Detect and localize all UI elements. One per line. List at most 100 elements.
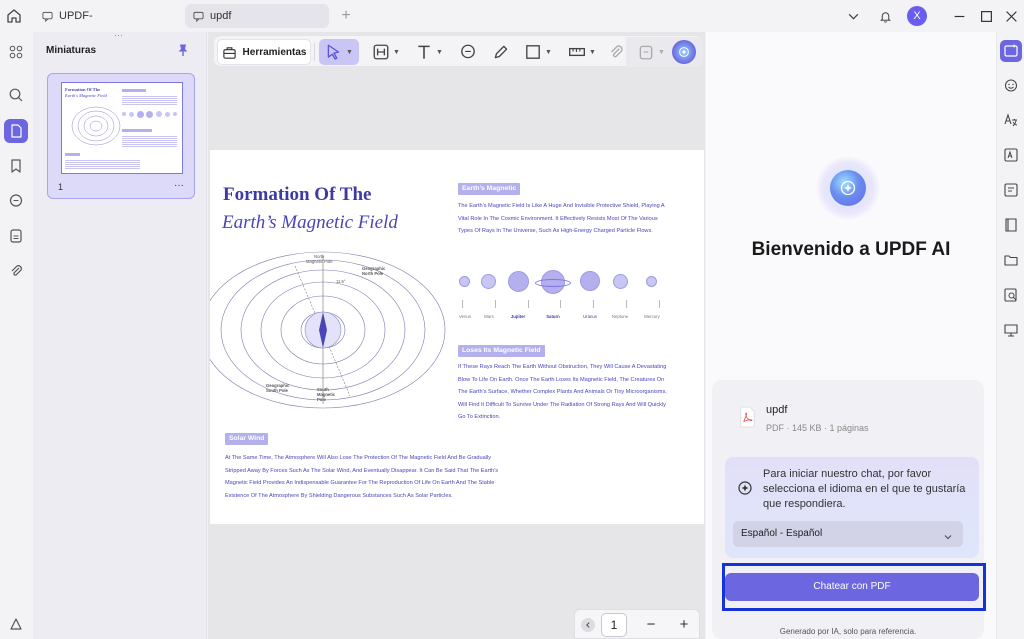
ai-assistant-button[interactable] <box>672 40 696 64</box>
comment-icon <box>42 11 53 22</box>
attach-tool-button[interactable] <box>606 39 626 65</box>
planet-jupiter <box>508 271 529 292</box>
drag-handle[interactable]: ··· <box>114 31 130 40</box>
language-prompt-box: Para iniciar nuestro chat, por favor sel… <box>725 457 979 558</box>
page-number-input[interactable]: 1 <box>601 613 627 637</box>
avatar[interactable]: X <box>907 6 927 26</box>
chevron-down-icon <box>943 529 953 540</box>
presentation-icon[interactable] <box>1000 319 1022 341</box>
thumb-diagram <box>71 106 121 146</box>
previous-page-button[interactable] <box>581 618 595 632</box>
minimize-icon[interactable] <box>946 4 972 28</box>
section-text-solar-wind: At The Same Time, The Atmosphere Will Al… <box>225 455 499 499</box>
panel-title: Miniaturas <box>46 45 97 56</box>
home-icon[interactable] <box>5 7 23 25</box>
new-tab-button[interactable]: + <box>338 6 354 26</box>
zoom-out-button[interactable]: − <box>643 615 659 635</box>
chat-with-pdf-button[interactable]: Chatear con PDF <box>725 573 979 601</box>
text-tool-button[interactable]: ▼ <box>412 39 446 65</box>
attachment-icon[interactable] <box>4 259 28 283</box>
south-geographic-label: Geographic South Pole <box>266 383 290 393</box>
pdf-file-icon <box>734 402 760 432</box>
south-magnetic-label: South Magnetic Pole <box>317 387 336 402</box>
planet-neptune <box>613 274 628 289</box>
thumbnails-panel: ··· Miniaturas Formation Of The Earth's … <box>33 31 207 639</box>
emoji-icon[interactable] <box>1000 74 1022 96</box>
translate-icon[interactable] <box>1000 109 1022 131</box>
pdf-page[interactable]: Formation Of The Earth’s Magnetic Field … <box>210 150 704 524</box>
saturn-ring <box>535 279 571 287</box>
doc-title: Formation Of The <box>223 184 372 205</box>
grid-icon[interactable] <box>4 40 28 64</box>
highlight-tool-button[interactable] <box>489 39 513 65</box>
tab-label: UPDF- <box>59 10 93 22</box>
comment-icon <box>193 11 204 22</box>
section-heading-solar-wind: Solar Wind <box>225 433 269 445</box>
ocr-icon[interactable] <box>1000 144 1022 166</box>
toolbox-icon <box>222 46 236 59</box>
thumb-page-number: 1 <box>58 182 64 192</box>
tab-updf[interactable]: updf <box>185 4 329 28</box>
page-thumbnail[interactable]: Formation Of The Earth's Magnetic Field <box>61 82 183 174</box>
ai-chat-icon[interactable] <box>1000 40 1022 62</box>
ai-chat-card: updf PDF · 145 KB · 1 páginas Para inici… <box>712 380 986 639</box>
shape-tool-button[interactable]: ▼ <box>521 39 555 65</box>
pin-icon[interactable] <box>176 43 190 57</box>
measure-tool-button[interactable]: ▼ <box>564 39 600 65</box>
left-sidebar <box>0 32 33 639</box>
planet-mars <box>481 274 496 289</box>
text-box-tool-button[interactable]: ▼ <box>369 39 403 65</box>
language-prompt-text: Para iniciar nuestro chat, por favor sel… <box>763 468 966 510</box>
updf-logo-icon[interactable] <box>4 612 28 636</box>
tools-button[interactable]: Herramientas <box>217 39 311 65</box>
page-navigator: 1 − + <box>574 609 700 639</box>
comment-icon <box>461 44 475 59</box>
section-text-earth-magnetic: The Earth’s Magnetic Field Is Like A Hug… <box>458 203 665 235</box>
select-tool-button[interactable]: ▼ <box>319 39 359 65</box>
ruler-icon <box>569 47 586 57</box>
tab-updf-dash[interactable]: UPDF- <box>34 4 174 28</box>
book-icon[interactable] <box>1000 214 1022 236</box>
document-icon[interactable] <box>4 224 28 248</box>
ai-sparkle-icon <box>737 480 753 496</box>
comment-tool-button[interactable] <box>456 39 480 65</box>
zoom-in-button[interactable]: + <box>676 615 692 635</box>
search-icon[interactable] <box>4 83 28 107</box>
language-select[interactable]: Español - Español <box>733 521 963 547</box>
text-icon <box>418 45 430 59</box>
bookmark-icon[interactable] <box>4 154 28 178</box>
pages-icon[interactable] <box>4 119 28 143</box>
section-heading-loses-field: Loses Its Magnetic Field <box>458 345 545 357</box>
planet-mercury <box>646 276 657 287</box>
more-options-icon[interactable]: ··· <box>174 180 184 191</box>
planet-venus <box>459 276 470 287</box>
language-select-value: Español - Español <box>741 528 823 539</box>
chevron-left-icon <box>586 622 590 628</box>
title-bar: UPDF- updf + X <box>0 0 1024 32</box>
search-document-icon[interactable] <box>1000 284 1022 306</box>
doc-subtitle: Earth’s Magnetic Field <box>222 212 398 233</box>
planet-uranus <box>580 271 600 291</box>
tab-label: updf <box>210 10 232 22</box>
stamp-tool-button[interactable]: ▼ <box>634 39 668 65</box>
thumb-subtitle: Earth's Magnetic Field <box>65 93 107 98</box>
close-icon[interactable] <box>998 4 1024 28</box>
thumbnail-card[interactable]: Formation Of The Earth's Magnetic Field … <box>47 73 195 199</box>
summarize-icon[interactable] <box>1000 179 1022 201</box>
comments-icon[interactable] <box>4 189 28 213</box>
main-toolbar: Herramientas ▼ ▼ ▼ ▼ ▼ ▼ <box>213 35 703 67</box>
ai-assistant-panel: Bienvenido a UPDF AI updf PDF · 145 KB ·… <box>706 32 996 639</box>
rectangle-icon <box>526 45 540 59</box>
planet-label: Neptune <box>611 314 629 319</box>
planet-label: Mercury <box>644 314 660 319</box>
chevron-down-icon[interactable] <box>840 4 866 28</box>
bell-icon[interactable] <box>872 4 898 28</box>
stamp-icon <box>639 45 653 60</box>
angle-label: 11.5° <box>336 279 346 284</box>
maximize-icon[interactable] <box>973 4 999 28</box>
file-name: updf <box>766 404 788 416</box>
ai-logo-icon <box>830 170 866 206</box>
planet-label: Jupiter <box>510 314 526 319</box>
folder-icon[interactable] <box>1000 249 1022 271</box>
north-geographic-label: Geographic North Pole <box>362 266 386 276</box>
